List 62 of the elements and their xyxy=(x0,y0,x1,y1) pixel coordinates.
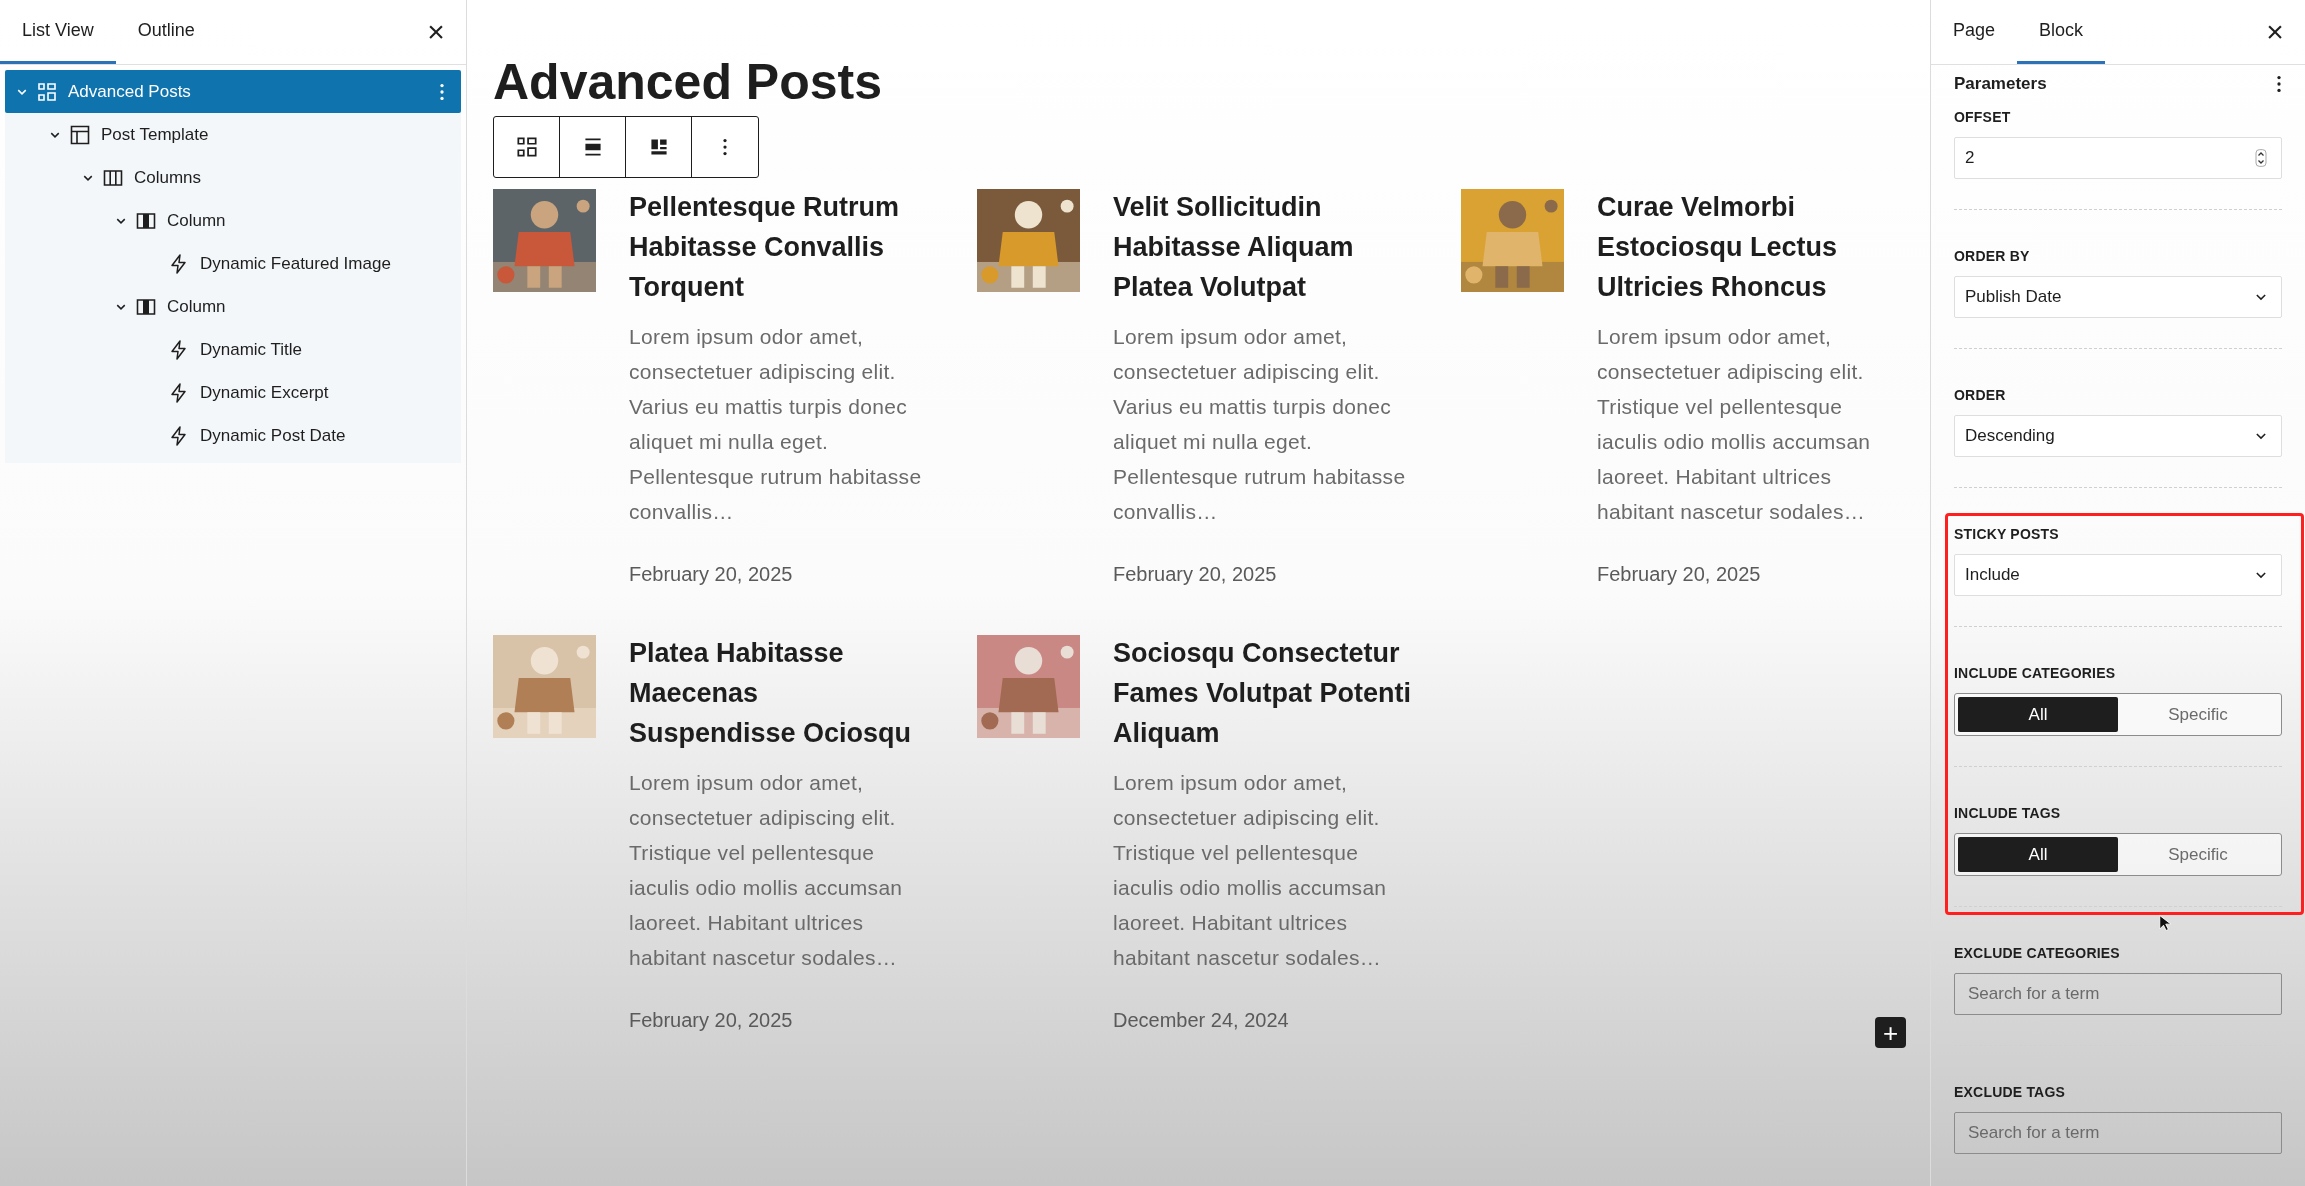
tree-item[interactable]: Column xyxy=(5,285,461,328)
segment-option[interactable]: All xyxy=(1958,837,2118,872)
post-excerpt: Lorem ipsum odor amet, consectetuer adipiscing elit. Tristique vel pellentesque iaculis odio mollis accumsan laoreet. Habitant ultrices habitant nascetur sodales… xyxy=(1113,770,1388,971)
tree-item-label: Dynamic Title xyxy=(200,338,303,361)
tree-item[interactable]: Dynamic Title xyxy=(5,328,461,371)
post-excerpt: Lorem ipsum odor amet, consectetuer adipiscing elit. Varius eu mattis turpis donec aliquet mi nulla eget. Pellentesque rutrum habitasse convallis… xyxy=(1113,324,1407,525)
tree-item[interactable]: Dynamic Excerpt xyxy=(5,371,461,414)
field-label: INCLUDE CATEGORIES xyxy=(1954,664,2117,683)
field-label: STICKY POSTS xyxy=(1954,525,2060,544)
post-title[interactable]: Curae Velmorbi Estociosqu Lectus Ultricies Rhoncus xyxy=(1597,187,1897,307)
segment-option[interactable]: Specific xyxy=(2118,697,2278,732)
select-field[interactable]: Publish Date xyxy=(1954,276,2282,318)
number-field[interactable]: 2 xyxy=(1954,137,2282,179)
close-button[interactable]: × xyxy=(2257,14,2293,50)
post-date: February 20, 2025 xyxy=(1113,562,1278,587)
field-label: OFFSET xyxy=(1954,108,2012,127)
panel-tab[interactable]: Block xyxy=(2017,0,2106,64)
tree-item[interactable]: Columns xyxy=(5,156,461,199)
tree-item-label: Post Template xyxy=(101,123,209,146)
tree-item-label: Dynamic Featured Image xyxy=(200,252,391,275)
post-date: February 20, 2025 xyxy=(1597,562,1762,587)
segmented-control[interactable]: All Specific xyxy=(1954,693,2282,736)
tree-item-label: Dynamic Excerpt xyxy=(200,381,329,404)
segmented-control[interactable]: All Specific xyxy=(1954,833,2282,876)
search-field[interactable]: Search for a term xyxy=(1954,1112,2282,1154)
panel-tab[interactable]: Outline xyxy=(115,0,217,64)
post-excerpt: Lorem ipsum odor amet, consectetuer adipiscing elit. Tristique vel pellentesque iaculis odio mollis accumsan laoreet. Habitant ultrices habitant nascetur sodales… xyxy=(629,770,904,971)
post-title[interactable]: Platea Habitasse Maecenas Suspendisse Ociosqu xyxy=(629,633,929,753)
segment-option[interactable]: All xyxy=(1958,697,2118,732)
tree-item-label: Column xyxy=(167,209,226,232)
tree-item[interactable]: Dynamic Post Date xyxy=(5,414,461,457)
tree-item[interactable]: Dynamic Featured Image xyxy=(5,242,461,285)
add-block-button[interactable]: + xyxy=(1875,1017,1906,1048)
tree-item-label: Advanced Posts xyxy=(68,80,191,103)
post-date: December 24, 2024 xyxy=(1113,1008,1290,1033)
tree-item-label: Column xyxy=(167,295,226,318)
select-field[interactable]: Descending xyxy=(1954,415,2282,457)
select-field[interactable]: Include xyxy=(1954,554,2282,596)
field-label: INCLUDE TAGS xyxy=(1954,804,2062,823)
post-title[interactable]: Velit Sollicitudin Habitasse Aliquam Platea Volutpat xyxy=(1113,187,1413,307)
tree-item-label: Columns xyxy=(134,166,202,189)
search-field[interactable]: Search for a term xyxy=(1954,973,2282,1015)
post-date: February 20, 2025 xyxy=(629,562,794,587)
panel-tab[interactable]: Page xyxy=(1931,0,2018,64)
tree-item-label: Dynamic Post Date xyxy=(200,424,346,447)
panel-tab[interactable]: List View xyxy=(0,0,116,64)
close-button[interactable]: × xyxy=(418,14,454,50)
post-title[interactable]: Pellentesque Rutrum Habitasse Convallis Torquent xyxy=(629,187,929,307)
field-label: EXCLUDE TAGS xyxy=(1954,1083,2067,1102)
post-title[interactable]: Sociosqu Consectetur Fames Volutpat Potenti Aliquam xyxy=(1113,633,1413,753)
segment-option[interactable]: Specific xyxy=(2118,837,2278,872)
page-title: Advanced Posts xyxy=(493,53,882,112)
post-date: February 20, 2025 xyxy=(629,1008,794,1033)
post-excerpt: Lorem ipsum odor amet, consectetuer adipiscing elit. Tristique vel pellentesque iaculis odio mollis accumsan laoreet. Habitant ultrices habitant nascetur sodales… xyxy=(1597,324,1872,525)
tree-item[interactable]: Column xyxy=(5,199,461,242)
tree-item[interactable]: Post Template xyxy=(5,113,461,156)
section-title: Parameters xyxy=(1954,73,2047,96)
cursor-icon xyxy=(2156,912,2174,934)
post-excerpt: Lorem ipsum odor amet, consectetuer adipiscing elit. Varius eu mattis turpis donec aliquet mi nulla eget. Pellentesque rutrum habitasse convallis… xyxy=(629,324,923,525)
field-label: ORDER xyxy=(1954,386,2007,405)
field-label: EXCLUDE CATEGORIES xyxy=(1954,944,2121,963)
field-label: ORDER BY xyxy=(1954,247,2031,266)
